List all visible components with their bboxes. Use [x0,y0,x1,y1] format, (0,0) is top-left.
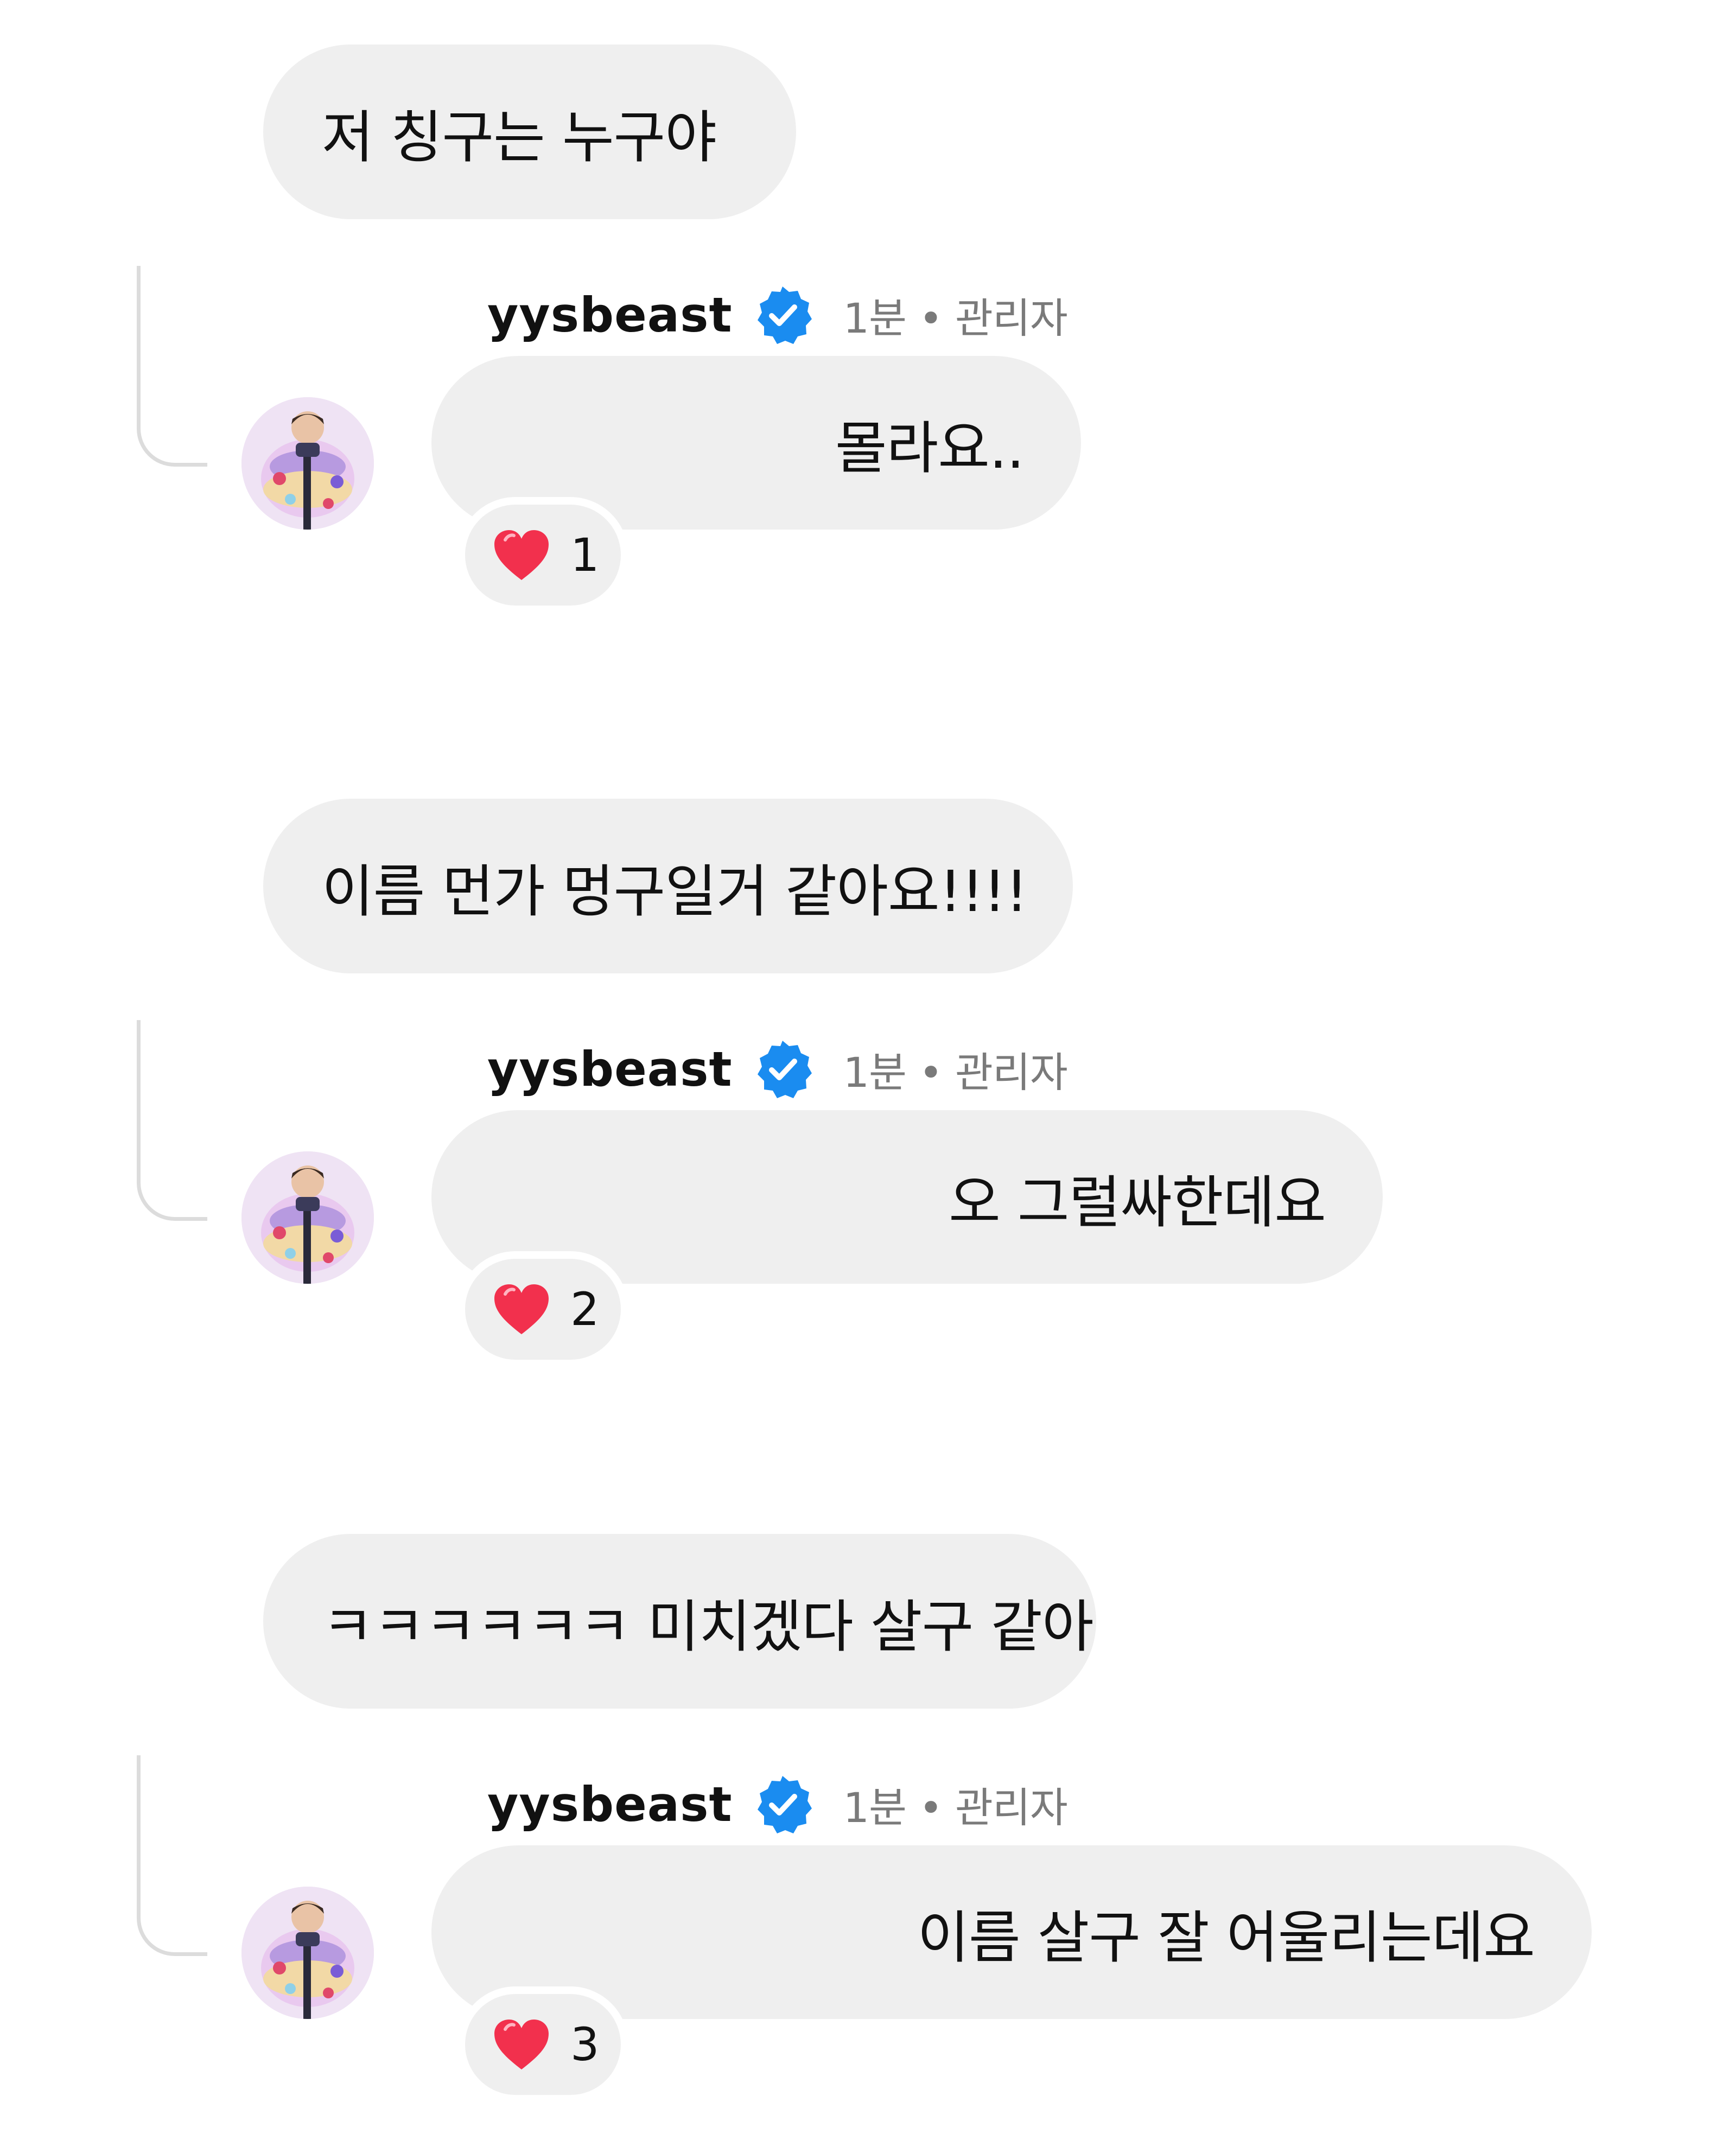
reply-text: 오 그럴싸한데요 [949,1169,1326,1235]
comment-bubble[interactable]: 이름 먼가 멍구일거 같아요!!!! [263,799,1073,973]
reaction-count: 3 [570,2018,600,2071]
reply-bubble[interactable]: 이름 살구 잘 어울리는데요 [431,1845,1592,2019]
reply-connector-line [137,266,207,467]
comment-bubble[interactable]: 저 칭구는 누구야 [263,44,796,219]
heart-icon [492,1282,551,1336]
reply-header: yysbeast 1분 • 관리자 [487,282,1068,347]
avatar-image [241,1887,374,2019]
reply-header: yysbeast 1분 • 관리자 [487,1772,1068,1837]
avatar-image [241,397,374,530]
reply-meta: 1분 • 관리자 [843,1783,1068,1832]
reaction-pill[interactable]: 1 [457,497,629,613]
avatar[interactable] [241,1887,374,2019]
comment-text: 이름 먼가 멍구일거 같아요!!!! [322,858,1028,925]
comment-text: 저 칭구는 누구야 [322,104,717,170]
reply-text: 이름 살구 잘 어울리는데요 [917,1904,1535,1971]
reply-meta: 1분 • 관리자 [843,294,1068,342]
verified-badge-icon [752,1039,813,1099]
reaction-count: 1 [570,528,600,582]
reply-connector-line [137,1020,207,1221]
comment-bubble[interactable]: ㅋㅋㅋㅋㅋㅋ 미치겠다 살구 같아 [263,1534,1096,1709]
username[interactable]: yysbeast [487,1041,733,1097]
verified-badge-icon [752,284,813,345]
heart-icon [492,2017,551,2072]
reaction-count: 2 [570,1283,600,1336]
reply-text: 몰라요.. [835,415,1025,481]
reply-header: yysbeast 1분 • 관리자 [487,1036,1068,1101]
verified-badge-icon [752,1774,813,1834]
username[interactable]: yysbeast [487,287,733,343]
avatar[interactable] [241,1151,374,1284]
avatar[interactable] [241,397,374,530]
reply-connector-line [137,1755,207,1956]
avatar-image [241,1151,374,1284]
reaction-pill[interactable]: 2 [457,1251,629,1367]
reply-meta: 1분 • 관리자 [843,1048,1068,1097]
reaction-pill[interactable]: 3 [457,1986,629,2103]
heart-icon [492,528,551,582]
username[interactable]: yysbeast [487,1776,733,1832]
comment-text: ㅋㅋㅋㅋㅋㅋ 미치겠다 살구 같아 [322,1593,1094,1660]
